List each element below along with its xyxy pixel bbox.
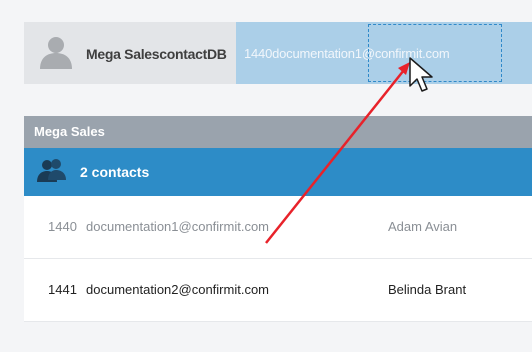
contact-name: Adam Avian — [388, 219, 458, 234]
drop-zone-highlight — [368, 24, 502, 82]
contact-id: 1440 — [48, 219, 77, 234]
contact-group-row[interactable]: 2 contacts — [24, 148, 532, 196]
panel-title: Mega Sales — [24, 116, 532, 148]
contact-row[interactable]: 1441 documentation2@confirmit.com Belind… — [24, 259, 532, 322]
person-icon — [40, 37, 72, 69]
contact-name: Belinda Brant — [388, 282, 467, 297]
contact-id: 1441 — [48, 282, 77, 297]
contact-row-dragging[interactable]: 1440 documentation1@confirmit.com Adam A… — [24, 196, 532, 259]
database-label: Mega SalescontactDB — [86, 46, 227, 62]
group-count-label: 2 contacts — [80, 164, 150, 180]
people-group-icon — [37, 159, 66, 182]
contacts-panel: Mega Sales 2 contacts 1440 documentation… — [24, 116, 532, 322]
contact-email: documentation1@confirmit.com — [86, 219, 269, 234]
contact-email: documentation2@confirmit.com — [86, 282, 269, 297]
